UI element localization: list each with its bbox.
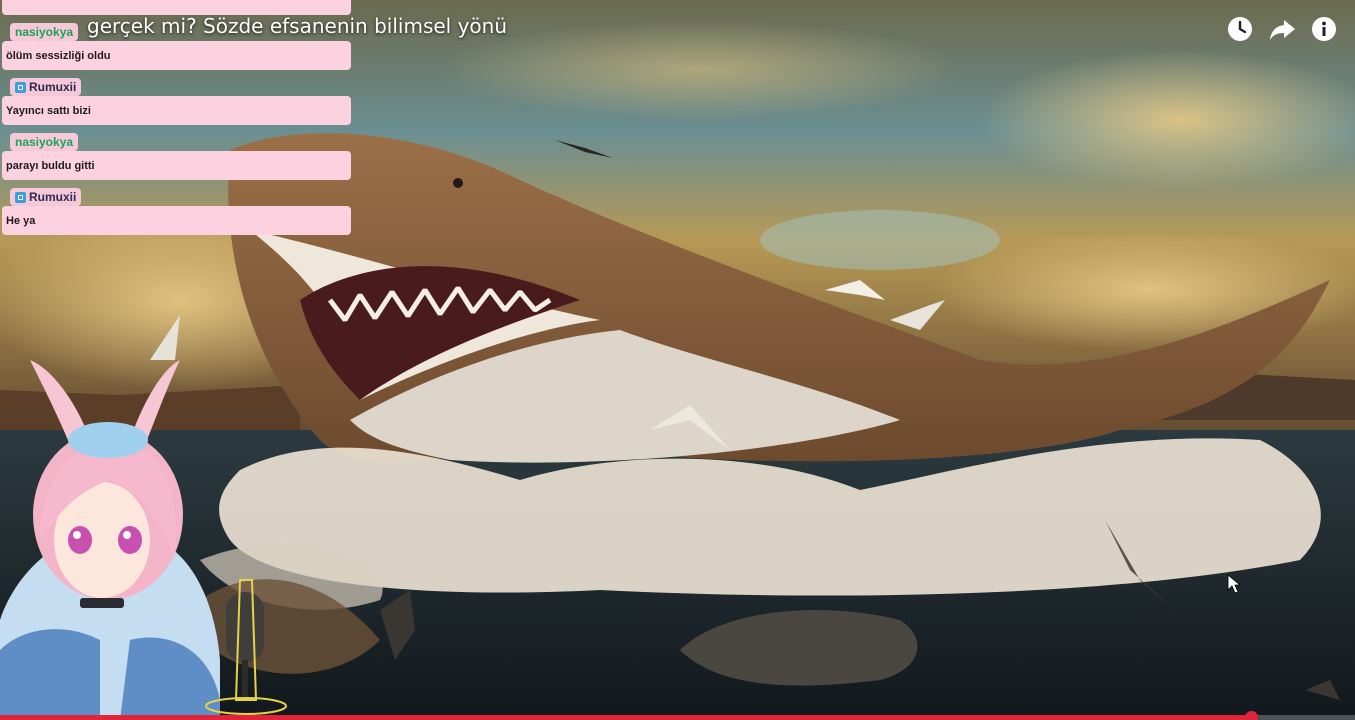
- seek-bar[interactable]: [0, 711, 1355, 720]
- chat-username[interactable]: nasiyokya: [10, 23, 79, 41]
- chat-username[interactable]: Rumuxii: [10, 78, 82, 96]
- member-badge-icon: [15, 81, 26, 93]
- chat-message-text: Yayıncı sattı bizi: [6, 104, 91, 117]
- member-badge-icon: [15, 191, 26, 203]
- watch-later-icon: [1228, 17, 1252, 41]
- chat-message-bubble: ölüm sessizliği oldu: [2, 41, 351, 70]
- seek-bar-scrubber[interactable]: [1244, 711, 1258, 720]
- video-title-text: gerçek mi? Sözde efsanenin bilimsel yönü: [87, 14, 507, 38]
- share-button[interactable]: [1267, 14, 1297, 44]
- seek-bar-played: [0, 715, 1251, 720]
- info-icon: [1312, 17, 1336, 41]
- share-icon: [1270, 20, 1295, 40]
- chat-message-bubble: [2, 0, 351, 15]
- video-player[interactable]: gerçek mi? Sözde efsanenin bilimsel yönü…: [0, 0, 1355, 720]
- chat-message-text: He ya: [6, 214, 36, 227]
- chat-username[interactable]: nasiyokya: [10, 133, 79, 151]
- chat-message-bubble: parayı buldu gitti: [2, 151, 351, 180]
- video-title[interactable]: gerçek mi? Sözde efsanenin bilimsel yönü: [87, 14, 507, 38]
- chat-message-text: ölüm sessizliği oldu: [6, 49, 111, 62]
- chat-username[interactable]: Rumuxii: [10, 188, 82, 206]
- info-button[interactable]: [1309, 14, 1339, 44]
- chat-message-text: parayı buldu gitti: [6, 159, 95, 172]
- watch-later-button[interactable]: [1225, 14, 1255, 44]
- chat-message-bubble: He ya: [2, 206, 351, 235]
- chat-message-bubble: Yayıncı sattı bizi: [2, 96, 351, 125]
